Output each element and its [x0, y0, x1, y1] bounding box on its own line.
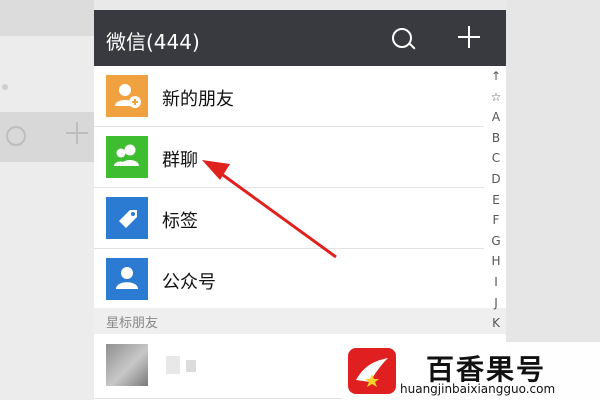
- title-bar: 微信(444): [94, 10, 506, 66]
- contacts-function-list: 新的朋友 群聊 标签 公众号: [94, 66, 484, 310]
- index-letter[interactable]: I: [486, 272, 506, 293]
- list-item-tags[interactable]: 标签: [94, 188, 484, 249]
- watermark: 百香果号 huangjinbaixiangguo.com: [342, 342, 600, 400]
- watermark-url: huangjinbaixiangguo.com: [400, 382, 556, 396]
- search-icon[interactable]: [392, 28, 412, 48]
- list-item-label: 公众号: [162, 272, 216, 293]
- page-title: 微信(444): [106, 30, 200, 54]
- blurred-name: [166, 356, 180, 374]
- background-app-right: [506, 0, 600, 400]
- group-chat-icon: [106, 136, 148, 178]
- index-letter[interactable]: C: [486, 148, 506, 169]
- add-friend-icon: [106, 75, 148, 117]
- add-icon[interactable]: [458, 26, 480, 48]
- list-item-label: 新的朋友: [162, 89, 234, 110]
- index-letter[interactable]: H: [486, 251, 506, 272]
- background-search-icon: [6, 126, 26, 146]
- index-letter[interactable]: G: [486, 231, 506, 252]
- index-letter[interactable]: A: [486, 107, 506, 128]
- list-item-label: 群聊: [162, 150, 198, 171]
- alphabet-index-bar[interactable]: ↑ ☆ A B C D E F G H I J K: [486, 66, 506, 366]
- avatar: [106, 344, 148, 386]
- list-item-label: 标签: [162, 211, 198, 232]
- background-dot: [2, 84, 8, 90]
- index-letter[interactable]: D: [486, 169, 506, 190]
- index-letter[interactable]: K: [486, 313, 506, 334]
- background-app-left: [0, 0, 94, 400]
- index-letter[interactable]: ☆: [486, 87, 506, 108]
- background-plus-icon: [66, 122, 88, 144]
- index-letter[interactable]: B: [486, 128, 506, 149]
- index-letter[interactable]: J: [486, 293, 506, 314]
- list-item-group-chat[interactable]: 群聊: [94, 127, 484, 188]
- official-account-icon: [106, 258, 148, 300]
- background-topbar: [0, 0, 94, 36]
- list-item-official-accounts[interactable]: 公众号: [94, 249, 484, 310]
- watermark-logo-icon: [348, 348, 396, 394]
- section-header-starred: 星标朋友: [94, 308, 506, 334]
- index-letter[interactable]: F: [486, 210, 506, 231]
- list-item-new-friends[interactable]: 新的朋友: [94, 66, 484, 127]
- section-title: 星标朋友: [106, 316, 159, 331]
- blurred-name: [186, 360, 196, 372]
- index-letter[interactable]: E: [486, 190, 506, 211]
- index-letter[interactable]: ↑: [486, 66, 506, 87]
- tag-icon: [106, 197, 148, 239]
